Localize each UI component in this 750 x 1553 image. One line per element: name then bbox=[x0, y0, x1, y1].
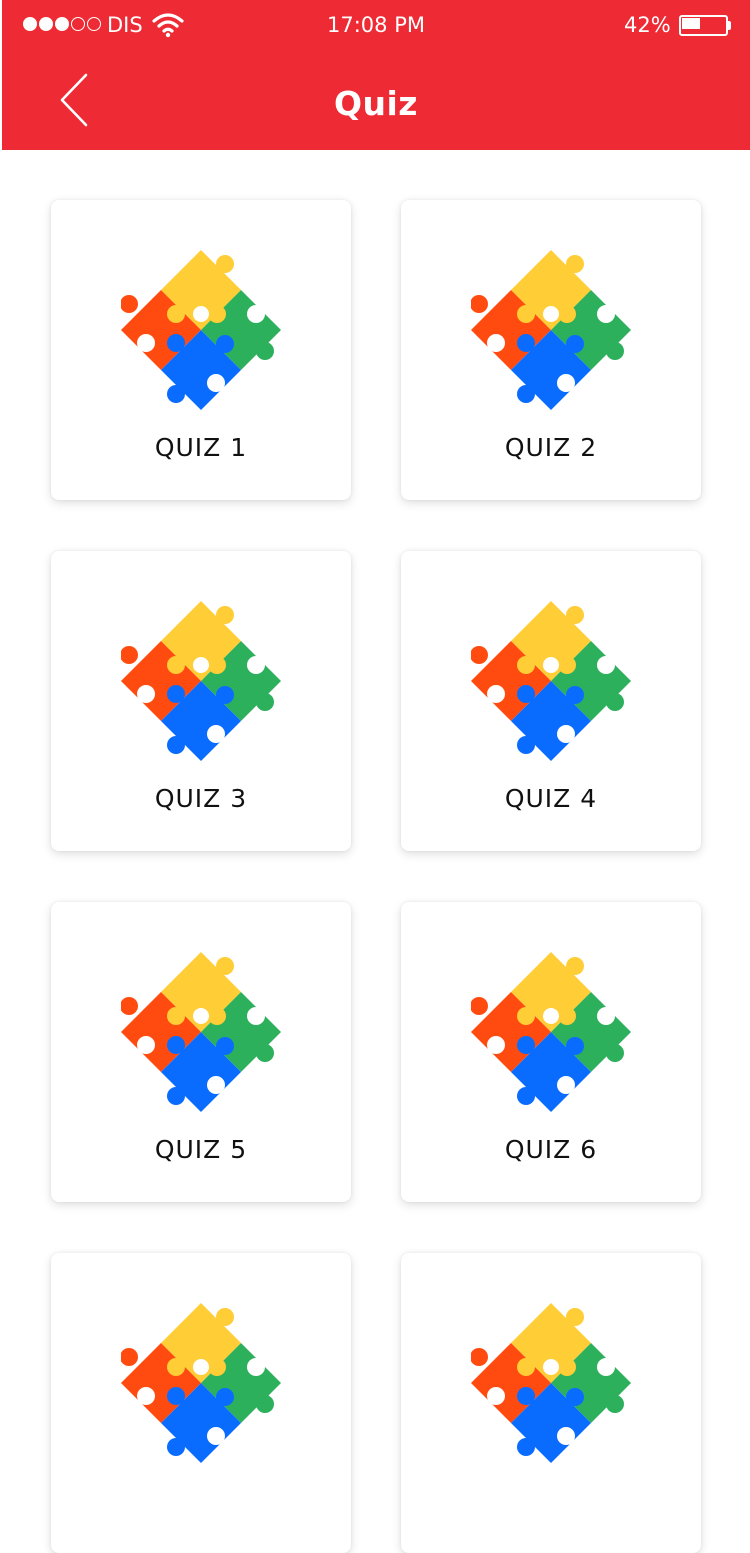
quiz-card-label: QUIZ 1 bbox=[154, 433, 248, 462]
puzzle-icon bbox=[471, 601, 631, 761]
quiz-card-label: QUIZ 5 bbox=[154, 1135, 248, 1164]
quiz-card[interactable]: QUIZ 4 bbox=[401, 551, 701, 851]
quiz-card-label: QUIZ 4 bbox=[504, 784, 598, 813]
quiz-card[interactable]: QUIZ 5 bbox=[51, 902, 351, 1202]
quiz-grid: QUIZ 1 QUIZ 2 QUIZ 3 QUIZ 4 QUIZ 5 QUIZ 6 bbox=[0, 0, 750, 1553]
puzzle-icon bbox=[121, 952, 281, 1112]
puzzle-icon bbox=[471, 1303, 631, 1463]
puzzle-icon bbox=[121, 250, 281, 410]
quiz-card[interactable]: QUIZ 3 bbox=[51, 551, 351, 851]
puzzle-icon bbox=[471, 952, 631, 1112]
quiz-card[interactable]: QUIZ 1 bbox=[51, 200, 351, 500]
quiz-card[interactable]: QUIZ 6 bbox=[401, 902, 701, 1202]
puzzle-icon bbox=[121, 1303, 281, 1463]
quiz-card-label: QUIZ 2 bbox=[504, 433, 598, 462]
quiz-card-label: QUIZ 3 bbox=[154, 784, 248, 813]
quiz-card-label: QUIZ 6 bbox=[504, 1135, 598, 1164]
quiz-card[interactable]: QUIZ 2 bbox=[401, 200, 701, 500]
puzzle-icon bbox=[471, 250, 631, 410]
quiz-card[interactable] bbox=[51, 1253, 351, 1553]
quiz-card[interactable] bbox=[401, 1253, 701, 1553]
puzzle-icon bbox=[121, 601, 281, 761]
